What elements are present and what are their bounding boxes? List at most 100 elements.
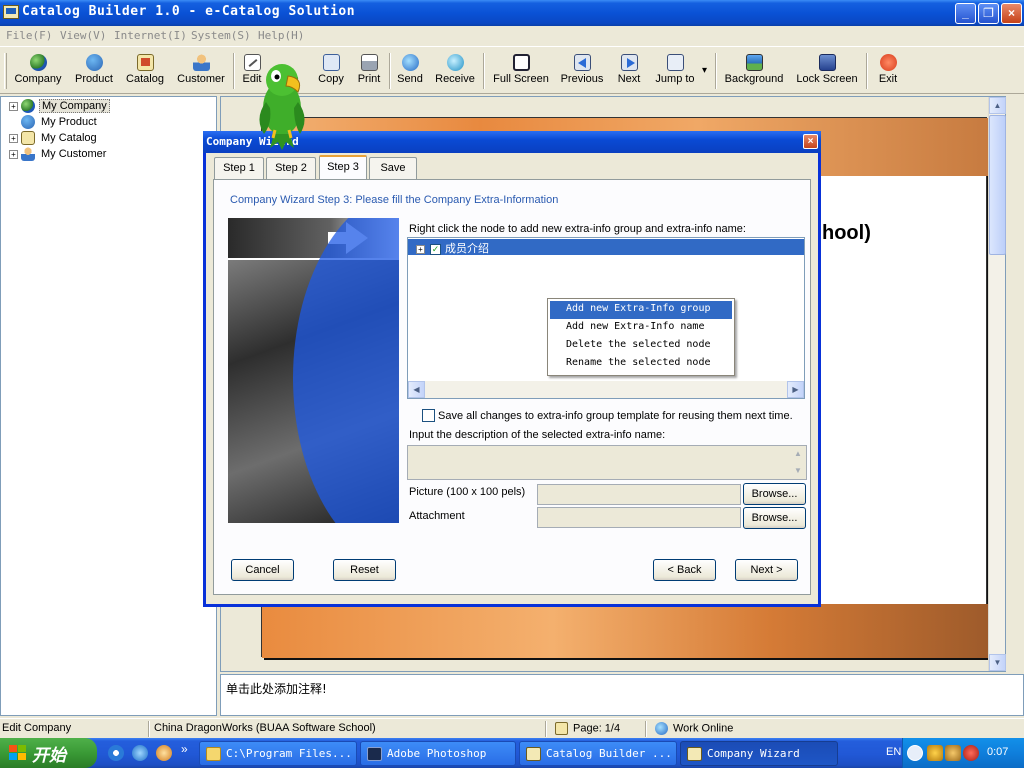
full-screen-icon xyxy=(512,54,530,71)
expand-icon[interactable]: + xyxy=(9,101,18,111)
print-button[interactable]: Print xyxy=(354,49,384,91)
receive-globe-icon xyxy=(446,54,464,71)
quick-launch-icon[interactable] xyxy=(156,745,172,761)
task-company-wizard[interactable]: Company Wizard xyxy=(680,741,838,766)
company-button[interactable]: Company xyxy=(12,49,64,91)
product-button[interactable]: Product xyxy=(70,49,118,91)
toolbar-grip[interactable] xyxy=(4,53,7,89)
tree-item-my-product[interactable]: My Product xyxy=(9,115,99,131)
save-template-checkbox[interactable] xyxy=(422,409,435,422)
folder-icon xyxy=(206,747,221,761)
product-icon xyxy=(21,115,35,129)
tree-item-my-catalog[interactable]: + My Catalog xyxy=(9,131,99,147)
tab-step-3[interactable]: Step 3 xyxy=(319,155,367,180)
system-tray: 0:07 xyxy=(902,738,1024,768)
catalog-button[interactable]: Catalog xyxy=(122,49,168,91)
next-step-button[interactable]: Next > xyxy=(735,559,798,581)
clock[interactable]: 0:07 xyxy=(987,746,1008,758)
tab-save[interactable]: Save xyxy=(369,157,417,179)
scroll-track[interactable] xyxy=(426,382,786,397)
catalog-icon xyxy=(21,131,35,145)
quick-launch-more-icon[interactable]: » xyxy=(181,742,188,756)
expand-icon[interactable]: + xyxy=(9,133,18,143)
menu-add-name[interactable]: Add new Extra-Info name xyxy=(550,319,732,337)
full-screen-button[interactable]: Full Screen xyxy=(490,49,552,91)
scroll-left-button[interactable]: ◀ xyxy=(408,381,425,398)
tree-item-my-company[interactable]: + My Company xyxy=(9,99,110,115)
description-scroll-down[interactable]: ▼ xyxy=(790,463,806,479)
internet-explorer-icon[interactable] xyxy=(132,745,148,761)
tree-node-selected[interactable]: + ✓ 成员介绍 xyxy=(408,239,804,255)
reset-button[interactable]: Reset xyxy=(333,559,396,581)
menu-internet[interactable]: Internet(I) xyxy=(114,29,187,42)
tab-step-2[interactable]: Step 2 xyxy=(266,157,316,179)
scroll-right-button[interactable]: ▶ xyxy=(787,381,804,398)
maximize-button[interactable]: ❐ xyxy=(978,3,999,24)
attachment-browse-button[interactable]: Browse... xyxy=(743,507,806,529)
step-caption: Company Wizard Step 3: Please fill the C… xyxy=(230,194,559,206)
jump-to-button[interactable]: Jump to xyxy=(652,49,698,91)
menu-view[interactable]: View(V) xyxy=(60,29,106,42)
company-icon xyxy=(21,99,35,113)
expand-icon[interactable]: + xyxy=(9,149,18,159)
menu-add-group[interactable]: Add new Extra-Info group xyxy=(550,301,732,319)
media-player-icon[interactable] xyxy=(108,745,124,761)
tray-expand-icon[interactable] xyxy=(907,745,923,761)
annotation-box[interactable]: 单击此处添加注释! xyxy=(220,674,1024,716)
scroll-up-button[interactable]: ▲ xyxy=(989,97,1006,114)
minimize-button[interactable]: _ xyxy=(955,3,976,24)
tray-security-icon[interactable] xyxy=(963,745,979,761)
navigation-tree[interactable]: + My Company My Product + My Catalog + My C… xyxy=(0,96,217,716)
printer-icon xyxy=(360,54,378,71)
menu-help[interactable]: Help(H) xyxy=(258,29,304,42)
picture-field[interactable] xyxy=(537,484,741,505)
tree-item-my-customer[interactable]: + My Customer xyxy=(9,147,108,163)
tab-step-1[interactable]: Step 1 xyxy=(214,157,264,179)
company-wizard-icon xyxy=(687,747,702,761)
task-program-files[interactable]: C:\Program Files... xyxy=(199,741,357,766)
dialog-close-button[interactable]: × xyxy=(803,134,818,149)
toolbar-separator xyxy=(483,53,485,89)
scroll-down-button[interactable]: ▼ xyxy=(989,654,1006,671)
picture-browse-button[interactable]: Browse... xyxy=(743,483,806,505)
back-button[interactable]: < Back xyxy=(653,559,716,581)
annotation-text: 单击此处添加注释! xyxy=(226,682,327,696)
menu-system[interactable]: System(S) xyxy=(191,29,251,42)
next-button[interactable]: Next xyxy=(614,49,644,91)
close-button[interactable]: × xyxy=(1001,3,1022,24)
windows-logo-icon xyxy=(9,745,27,761)
toolbar-separator xyxy=(389,53,391,89)
scroll-thumb[interactable] xyxy=(989,115,1006,255)
preview-scrollbar[interactable]: ▲ ▼ xyxy=(988,97,1006,671)
customer-button[interactable]: Customer xyxy=(174,49,228,91)
copy-button[interactable]: Copy xyxy=(314,49,348,91)
menu-delete-node[interactable]: Delete the selected node xyxy=(550,337,732,355)
jump-icon xyxy=(666,54,684,71)
product-icon xyxy=(85,54,103,71)
input-language[interactable]: EN xyxy=(886,746,901,758)
receive-button[interactable]: Receive xyxy=(432,49,478,91)
task-photoshop[interactable]: Adobe Photoshop xyxy=(360,741,516,766)
description-field[interactable]: ▲ ▼ xyxy=(407,445,807,480)
previous-button[interactable]: Previous xyxy=(558,49,606,91)
send-button[interactable]: Send xyxy=(394,49,426,91)
attachment-field[interactable] xyxy=(537,507,741,528)
cancel-button[interactable]: Cancel xyxy=(231,559,294,581)
menu-rename-node[interactable]: Rename the selected node xyxy=(550,355,732,373)
menu-file[interactable]: File(F) xyxy=(6,29,52,42)
customer-icon xyxy=(192,54,210,71)
start-button[interactable]: 开始 xyxy=(0,738,97,768)
expand-icon[interactable]: + xyxy=(416,244,425,254)
lock-screen-button[interactable]: Lock Screen xyxy=(794,49,860,91)
jump-to-dropdown-icon[interactable]: ▾ xyxy=(702,65,707,76)
exit-button[interactable]: Exit xyxy=(874,49,902,91)
description-scroll-up[interactable]: ▲ xyxy=(790,446,806,462)
copy-icon xyxy=(322,54,340,71)
toolbar-separator xyxy=(866,53,868,89)
tray-app-icon[interactable] xyxy=(945,745,961,761)
tree-horizontal-scrollbar[interactable]: ◀ ▶ xyxy=(408,381,804,398)
node-checkbox[interactable]: ✓ xyxy=(430,243,441,255)
background-button[interactable]: Background xyxy=(722,49,786,91)
task-catalog-builder[interactable]: Catalog Builder ... xyxy=(519,741,677,766)
tray-app-icon[interactable] xyxy=(927,745,943,761)
